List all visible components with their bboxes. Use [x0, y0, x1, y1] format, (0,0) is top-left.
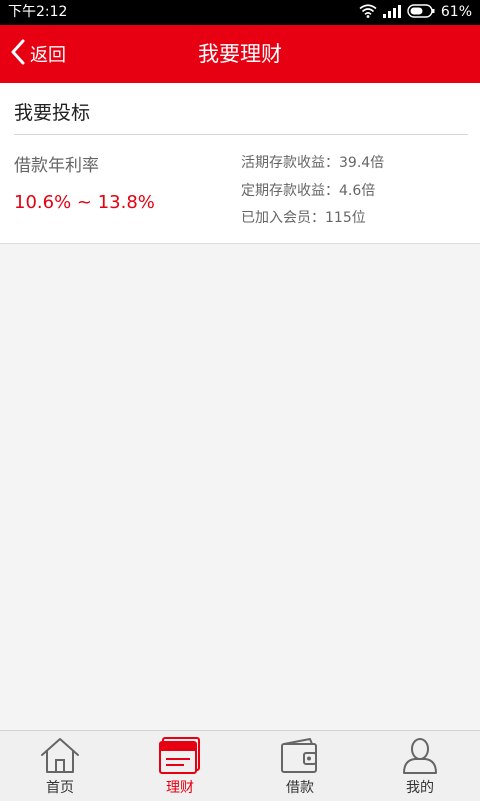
nav-item-loan[interactable]: 借款	[240, 731, 360, 801]
title-bar: 返回 我要理财	[0, 25, 480, 83]
card-divider	[14, 134, 468, 135]
nav-label-mine: 我的	[406, 780, 434, 796]
chevron-left-icon	[10, 39, 26, 69]
nav-item-mine[interactable]: 我的	[360, 731, 480, 801]
nav-item-finance[interactable]: 理财	[120, 731, 240, 801]
wallet-icon	[278, 735, 322, 775]
back-button[interactable]: 返回	[10, 25, 66, 83]
finance-icon	[158, 735, 202, 775]
card-title: 我要投标	[14, 102, 91, 124]
battery-icon	[407, 3, 435, 22]
rate-value: 10.6% ~ 13.8%	[14, 192, 155, 213]
nav-label-loan: 借款	[286, 780, 314, 796]
battery-percent: 61%	[440, 4, 472, 20]
home-icon	[38, 735, 82, 775]
user-icon	[398, 735, 442, 775]
nav-label-finance: 理财	[166, 780, 194, 796]
members-joined: 已加入会员：115位	[241, 210, 366, 226]
status-bar: 下午2:12 61%	[0, 0, 480, 25]
fixed-deposit-return: 定期存款收益：4.6倍	[241, 183, 376, 199]
invest-card[interactable]: 我要投标 借款年利率 10.6% ~ 13.8% 活期存款收益：39.4倍 定期…	[0, 83, 480, 244]
signal-icon	[382, 4, 401, 22]
rate-label: 借款年利率	[14, 156, 99, 176]
status-indicators: 61%	[359, 3, 472, 22]
bottom-nav: 首页 理财 借款 我的	[0, 730, 480, 801]
nav-label-home: 首页	[46, 780, 74, 796]
demand-deposit-return: 活期存款收益：39.4倍	[241, 155, 385, 171]
page-title: 我要理财	[198, 42, 282, 66]
wifi-icon	[359, 3, 377, 22]
back-label: 返回	[30, 45, 66, 66]
nav-item-home[interactable]: 首页	[0, 731, 120, 801]
status-time: 下午2:12	[8, 4, 68, 20]
